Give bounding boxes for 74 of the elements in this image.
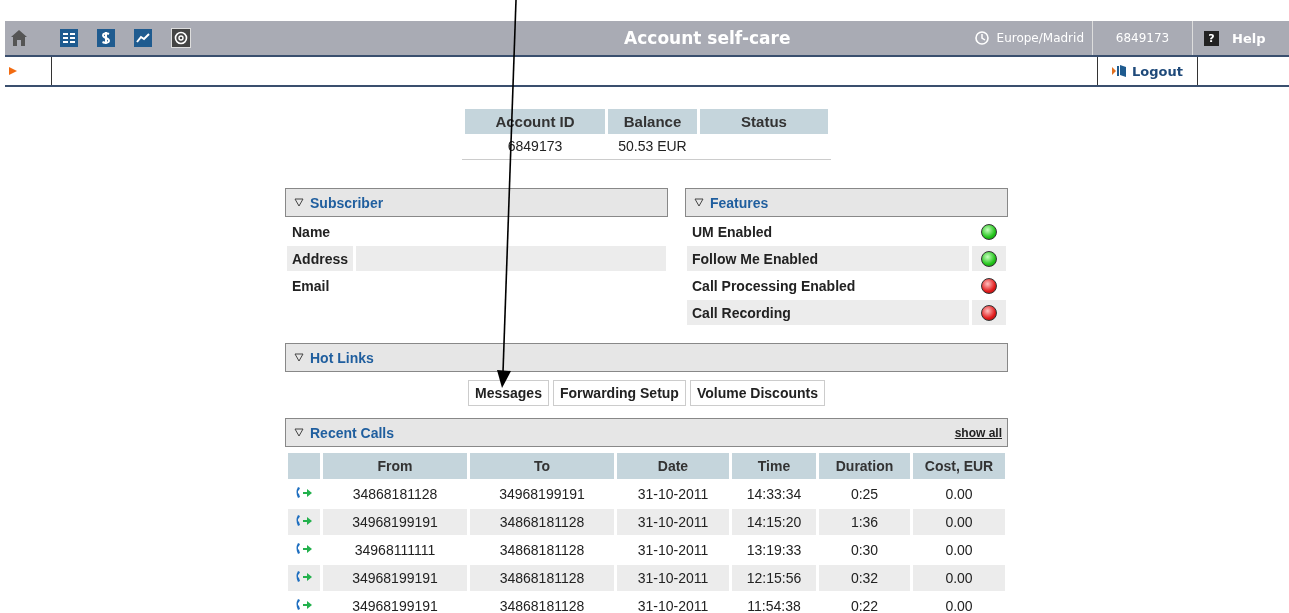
exit-door-icon bbox=[1112, 64, 1129, 78]
list-icon[interactable] bbox=[60, 29, 78, 47]
feature-label: Call Recording bbox=[687, 300, 969, 325]
panel-title[interactable]: Hot Links bbox=[310, 349, 374, 366]
table-cell-text: 34868181128 bbox=[498, 597, 586, 613]
table-cell: 31-10-2011 bbox=[617, 565, 729, 591]
table-cell: 34968199191 bbox=[323, 509, 467, 535]
link-button[interactable]: Forwarding Setup bbox=[552, 380, 686, 406]
help-icon[interactable]: ? bbox=[1204, 30, 1219, 46]
dollar-icon[interactable] bbox=[97, 29, 115, 47]
table-cell: 1:36 bbox=[819, 509, 910, 535]
table-cell-text: 34968111111 bbox=[353, 541, 437, 560]
phone-arrow-icon bbox=[295, 569, 313, 584]
column-header: Balance bbox=[608, 109, 697, 134]
field-label: Name bbox=[291, 222, 332, 242]
table-cell: 0:32 bbox=[819, 565, 910, 591]
collapse-triangle-icon[interactable] bbox=[694, 198, 704, 207]
table-cell: 31-10-2011 bbox=[617, 509, 729, 535]
collapse-triangle-icon[interactable] bbox=[294, 428, 304, 437]
panel-title[interactable]: Subscriber bbox=[310, 194, 384, 211]
feature-label: Follow Me Enabled bbox=[687, 246, 969, 271]
table-cell: 34868181128 bbox=[470, 565, 614, 591]
column-header: Time bbox=[732, 453, 816, 479]
feature-label: UM Enabled bbox=[691, 222, 774, 242]
table-cell: 14:15:20 bbox=[732, 509, 816, 535]
column-header: From bbox=[323, 453, 467, 479]
column-header: Duration bbox=[819, 453, 910, 479]
table-cell: 34968199191 bbox=[323, 565, 467, 591]
page-title: Account self-care bbox=[623, 28, 792, 48]
show-all-link[interactable]: show all bbox=[954, 425, 1002, 440]
chart-icon[interactable] bbox=[134, 29, 152, 47]
table-cell: 12:15:56 bbox=[732, 565, 816, 591]
phone-arrow-icon bbox=[295, 485, 313, 500]
table-cell: 34868181128 bbox=[470, 509, 614, 535]
link-button[interactable]: Volume Discounts bbox=[689, 380, 825, 406]
home-icon[interactable] bbox=[10, 29, 28, 47]
field-label: Address bbox=[287, 246, 354, 271]
column-header: Cost, EUR bbox=[913, 453, 1005, 479]
link-button[interactable]: Messages bbox=[468, 380, 549, 406]
table-cell-text: 0.00 bbox=[944, 541, 974, 560]
table-cell-text: 34868181128 bbox=[351, 485, 439, 504]
table-cell-text: 13:19:33 bbox=[745, 541, 803, 560]
column-header: To bbox=[470, 453, 614, 479]
table-cell-text: 0.00 bbox=[944, 485, 974, 504]
feature-label: Call Processing Enabled bbox=[691, 276, 857, 296]
table-cell-text: 11:54:38 bbox=[746, 597, 802, 613]
table-cell-text: 0.00 bbox=[944, 597, 974, 613]
collapse-triangle-icon[interactable] bbox=[294, 353, 304, 362]
table-cell-text: 34868181128 bbox=[498, 541, 586, 560]
logout-button[interactable]: Logout bbox=[1097, 57, 1198, 85]
phone-arrow-icon bbox=[295, 513, 313, 528]
field-label: Email bbox=[291, 276, 331, 296]
phone-arrow-icon bbox=[295, 541, 313, 556]
table-cell-text: 34968199191 bbox=[498, 485, 586, 504]
column-header: Date bbox=[617, 453, 729, 479]
table-cell-text: 0:25 bbox=[849, 485, 880, 504]
column-header: Status bbox=[700, 109, 828, 134]
phone-arrow-icon bbox=[295, 597, 313, 612]
panel-title[interactable]: Recent Calls bbox=[310, 424, 395, 441]
table-cell-text: 31-10-2011 bbox=[636, 541, 710, 560]
table-cell-text: 31-10-2011 bbox=[636, 597, 710, 613]
table-cell-text: 50.53 EUR bbox=[617, 137, 688, 156]
account-number: 6849173 bbox=[1092, 21, 1192, 55]
play-icon[interactable] bbox=[8, 66, 18, 76]
panel-title[interactable]: Features bbox=[710, 194, 769, 211]
table-cell-text: 0:30 bbox=[849, 541, 880, 560]
table-cell-text: 31-10-2011 bbox=[636, 485, 710, 504]
clock-icon bbox=[974, 31, 989, 45]
collapse-triangle-icon[interactable] bbox=[294, 198, 304, 207]
table-cell-text: 14:33:34 bbox=[745, 485, 803, 504]
table-cell: 0.00 bbox=[913, 509, 1005, 535]
table-cell: 0.00 bbox=[913, 565, 1005, 591]
table-cell-text: 0:22 bbox=[849, 597, 880, 613]
table-cell-text: 34968199191 bbox=[351, 597, 439, 613]
